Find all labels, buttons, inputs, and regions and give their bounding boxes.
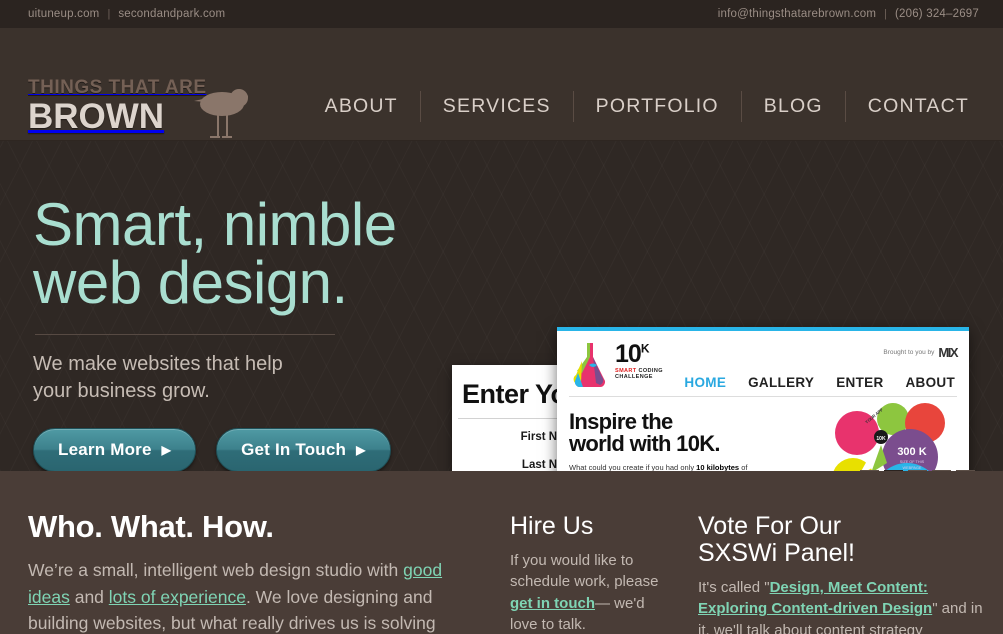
- tenk-headline-line-1: Inspire the: [569, 409, 673, 434]
- brought-to-you-by: Brought to you by MIX: [883, 339, 958, 360]
- hero-subtitle: We make websites that help your business…: [33, 351, 453, 404]
- vote-sxswi-paragraph: It's called "Design, Meet Content: Explo…: [698, 577, 988, 634]
- learn-more-label: Learn More: [58, 440, 152, 460]
- utility-left-links: uituneup.com | secondandpark.com: [0, 8, 225, 20]
- page-root: uituneup.com | secondandpark.com info@th…: [0, 0, 1003, 634]
- tenk-logotype: 10K SMART CODING CHALLENGE: [615, 340, 663, 380]
- flask-logo-icon: [569, 339, 611, 387]
- nav-item-about[interactable]: ABOUT: [307, 91, 421, 122]
- paragraph-text: It's called ": [698, 579, 770, 596]
- hero-headline-line-1: Smart, nimble: [33, 191, 397, 258]
- column-hire-us: Hire Us If you would like to schedule wo…: [510, 513, 675, 634]
- utility-phone: (206) 324–2697: [894, 8, 979, 20]
- site-logo[interactable]: THINGS THAT ARE BROWN: [28, 78, 207, 136]
- get-in-touch-label: Get In Touch: [241, 440, 347, 460]
- tenk-tagline: What could you create if you had only 10…: [569, 462, 748, 471]
- utility-bar: uituneup.com | secondandpark.com info@th…: [0, 0, 1003, 28]
- tenk-headline-line-2: world with 10K.: [569, 431, 721, 457]
- hero-headline: Smart, nimble web design.: [33, 191, 453, 317]
- hero-copy: Smart, nimble web design. We make websit…: [33, 191, 453, 471]
- nav-item-contact[interactable]: CONTACT: [846, 91, 983, 122]
- nav-item-blog[interactable]: BLOG: [742, 91, 846, 122]
- logo-line-2: BROWN: [28, 97, 165, 136]
- paragraph-text: We’re a small, intelligent web design st…: [28, 560, 404, 580]
- get-in-touch-button[interactable]: Get In Touch ▶: [216, 428, 391, 471]
- nav-item-portfolio[interactable]: PORTFOLIO: [574, 91, 742, 122]
- bubble-infographic: 10K 51,000K 5 MIN AUDIO RECORDING 300 K …: [815, 401, 965, 471]
- tenk-hero: Inspire the world with 10K. What could y…: [557, 397, 969, 471]
- hero-divider: [35, 334, 335, 336]
- mix-logo: MIX: [938, 345, 958, 360]
- hero-subtitle-line-1: We make websites that help: [33, 353, 283, 376]
- tenk-headline: Inspire the world with 10K.: [569, 409, 769, 457]
- hero-section: Smart, nimble web design. We make websit…: [0, 141, 1003, 471]
- utility-email-link[interactable]: info@thingsthatarebrown.com: [718, 8, 876, 20]
- arrow-right-icon: ▶: [161, 443, 172, 458]
- learn-more-button[interactable]: Learn More ▶: [33, 428, 197, 471]
- who-what-how-heading: Who. What. How.: [28, 509, 274, 544]
- main-navigation: ABOUT SERVICES PORTFOLIO BLOG CONTACT: [307, 91, 983, 122]
- column-vote-sxswi: Vote For Our SXSWi Panel! It's called "D…: [698, 513, 988, 634]
- lots-of-experience-link[interactable]: lots of experience: [109, 587, 246, 607]
- tenk-nav-home[interactable]: HOME: [684, 375, 726, 390]
- svg-text:SIZE OF THIS: SIZE OF THIS: [900, 460, 925, 464]
- tenk-nav-gallery[interactable]: GALLERY: [748, 375, 814, 390]
- vote-sxswi-heading: Vote For Our SXSWi Panel!: [698, 513, 988, 567]
- tenk-hero-copy: Inspire the world with 10K. What could y…: [569, 409, 769, 471]
- vote-heading-line-2: SXSWi Panel!: [698, 539, 856, 567]
- utility-link-uituneup[interactable]: uituneup.com: [28, 8, 99, 20]
- hero-headline-line-2: web design.: [33, 249, 348, 317]
- svg-text:10K: 10K: [876, 436, 886, 442]
- get-in-touch-link[interactable]: get in touch: [510, 595, 595, 612]
- arrow-right-icon: ▶: [356, 443, 366, 458]
- column-who-what-how: Who. What. How. We’re a small, intellige…: [28, 509, 478, 634]
- svg-text:300 K: 300 K: [897, 446, 926, 458]
- vote-heading-line-1: Vote For Our: [698, 512, 842, 540]
- brought-label: Brought to you by: [883, 349, 935, 356]
- utility-right-contact: info@thingsthatarebrown.com | (206) 324–…: [718, 8, 1003, 20]
- hero-button-row: Learn More ▶ Get In Touch ▶: [33, 428, 453, 471]
- paragraph-text: and: [69, 586, 109, 607]
- bird-silhouette-icon: [186, 83, 252, 148]
- paragraph-text: If you would like to schedule work, plea…: [510, 552, 659, 591]
- site-header: THINGS THAT ARE BROWN ABOUT SERVICES POR…: [0, 28, 1003, 141]
- slide-thumbnail-10k-challenge[interactable]: 10K SMART CODING CHALLENGE Brought to yo…: [557, 327, 969, 471]
- tenk-nav-about[interactable]: ABOUT: [906, 375, 956, 390]
- tenk-tagline-1: SMART CODING: [615, 367, 663, 374]
- tenk-tagline-2: CHALLENGE: [615, 373, 653, 380]
- tenk-wordmark: 10K: [615, 340, 649, 368]
- hire-us-paragraph: If you would like to schedule work, plea…: [510, 550, 675, 634]
- utility-separator-2: |: [884, 8, 887, 20]
- who-what-how-paragraph: We’re a small, intelligent web design st…: [28, 557, 478, 634]
- content-section: Who. What. How. We’re a small, intellige…: [0, 471, 1003, 634]
- nav-item-services[interactable]: SERVICES: [421, 91, 574, 122]
- utility-link-secondandpark[interactable]: secondandpark.com: [118, 8, 225, 20]
- utility-separator-1: |: [107, 8, 111, 20]
- hero-subtitle-line-2: your business grow.: [33, 379, 210, 402]
- logo-line-1: THINGS THAT ARE: [28, 77, 207, 98]
- tenk-nav-enter[interactable]: ENTER: [836, 375, 883, 390]
- hire-us-heading: Hire Us: [510, 512, 594, 540]
